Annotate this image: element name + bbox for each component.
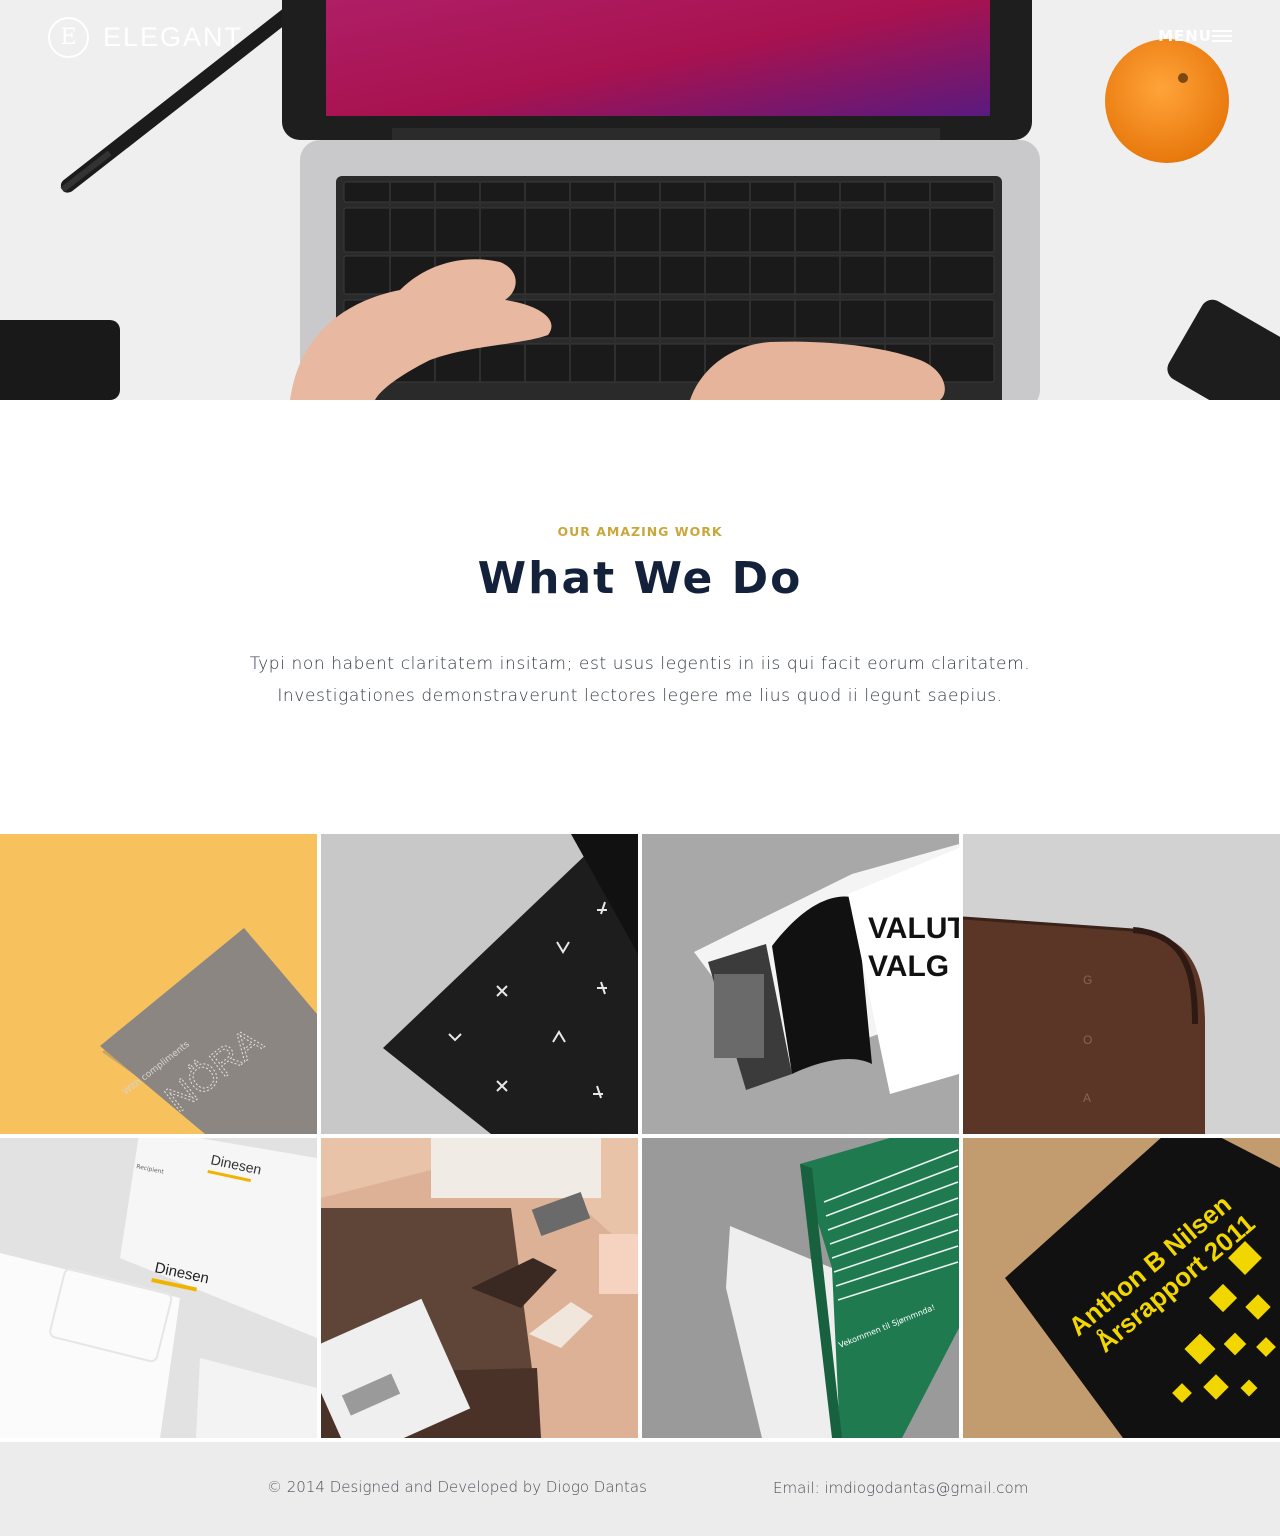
portfolio-item-dinesen[interactable]: Dinesen Recipient Dinesen	[0, 1138, 317, 1438]
menu-button[interactable]: MENU	[1158, 27, 1232, 45]
brown-folder-image	[321, 1138, 638, 1438]
nora-card-image: With compliments NÖRA	[0, 834, 317, 1134]
portfolio-item-pattern[interactable]	[321, 834, 638, 1134]
menu-label: MENU	[1158, 27, 1212, 45]
arsrapport-cover-image: Anthon B Nilsen Årsrapport 2011	[963, 1138, 1280, 1438]
black-pattern-image	[321, 834, 638, 1134]
top-nav: E ELEGANT MENU	[0, 0, 1280, 80]
hero-banner: E ELEGANT MENU	[0, 0, 1280, 400]
portfolio-item-leather[interactable]: G O A	[963, 834, 1280, 1134]
section-lead: Typi non habent claritatem insitam; est …	[230, 648, 1050, 712]
footer-copyright: © 2014 Designed and Developed by Diogo D…	[267, 1478, 647, 1496]
svg-text:G: G	[1083, 973, 1092, 987]
portfolio-item-valut[interactable]: VALUT VALG	[642, 834, 959, 1134]
logo-monogram: E	[48, 17, 89, 58]
portfolio-item-booklet[interactable]: Vekommen til Sjømmnda!	[642, 1138, 959, 1438]
valut-headline-bottom: VALG	[868, 950, 949, 983]
green-booklet-image: Vekommen til Sjømmnda!	[642, 1138, 959, 1438]
portfolio-item-arsrapport[interactable]: Anthon B Nilsen Årsrapport 2011	[963, 1138, 1280, 1438]
lead-line-2: Investigationes demonstraverunt lectores…	[277, 686, 1003, 706]
section-title: What We Do	[477, 553, 803, 604]
portfolio-grid: With compliments NÖRA VALUT VALG G O A D…	[0, 834, 1280, 1438]
portfolio-item-folder[interactable]	[321, 1138, 638, 1438]
dinesen-stationery-image: Dinesen Recipient Dinesen	[0, 1138, 317, 1438]
svg-text:O: O	[1083, 1033, 1092, 1047]
what-we-do-section: OUR AMAZING WORK What We Do Typi non hab…	[0, 400, 1280, 834]
portfolio-item-nora[interactable]: With compliments NÖRA	[0, 834, 317, 1134]
valut-headline-top: VALUT	[868, 912, 959, 945]
lead-line-1: Typi non habent claritatem insitam; est …	[249, 654, 1031, 674]
site-footer: © 2014 Designed and Developed by Diogo D…	[0, 1442, 1280, 1536]
hamburger-icon	[1212, 30, 1232, 42]
leather-wrap-image: G O A	[963, 834, 1280, 1134]
svg-text:A: A	[1083, 1091, 1091, 1105]
brand-name: ELEGANT	[103, 22, 244, 52]
footer-email-link[interactable]: Email: imdiogodantas@gmail.com	[773, 1479, 1028, 1497]
section-eyebrow: OUR AMAZING WORK	[557, 524, 723, 539]
brand-logo[interactable]: E ELEGANT	[48, 17, 243, 58]
valut-brochure-image: VALUT VALG	[642, 834, 959, 1134]
